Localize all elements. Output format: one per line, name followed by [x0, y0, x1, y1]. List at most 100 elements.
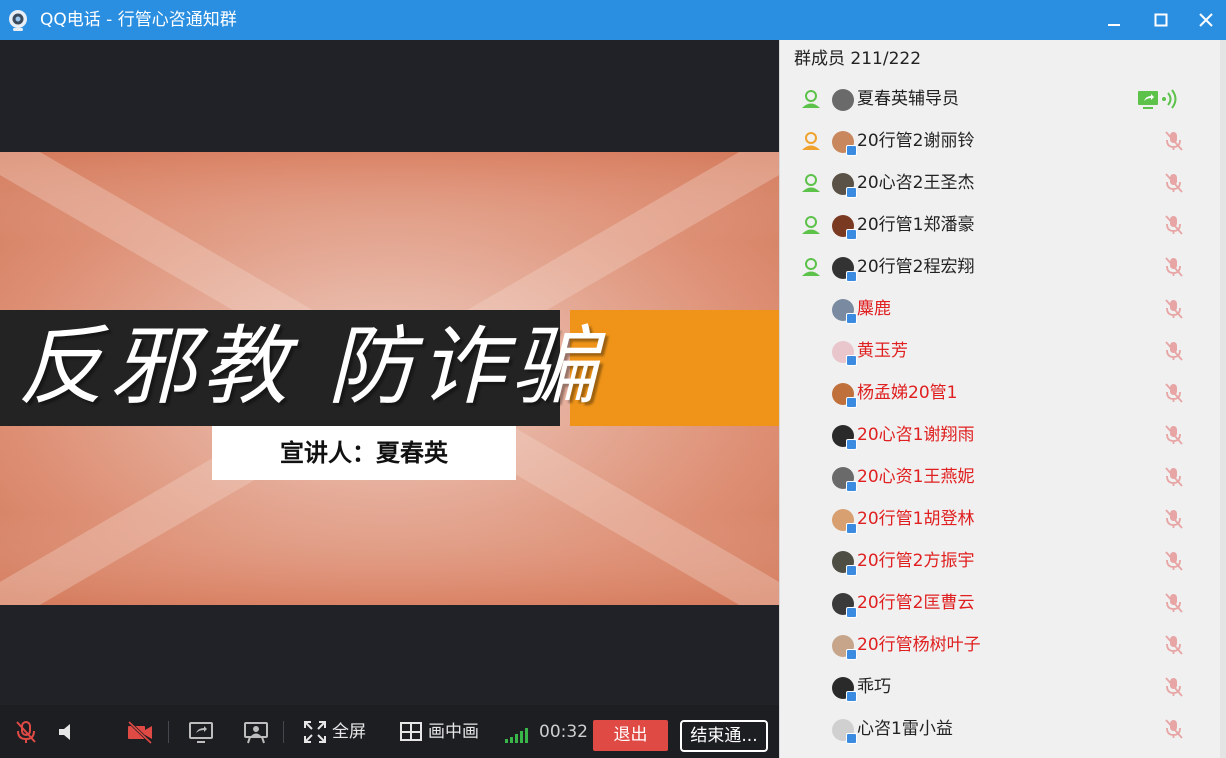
fullscreen-icon	[304, 721, 326, 743]
member-count-header: 群成员 211/222	[794, 49, 922, 69]
device-badge-icon	[846, 313, 857, 324]
member-row[interactable]: 20行管2谢丽铃	[780, 120, 1220, 162]
call-toolbar: 全屏 画中画 00:32 退出 结束通...	[0, 705, 779, 758]
presentation-button[interactable]	[242, 719, 270, 745]
mic-muted-icon[interactable]	[1163, 256, 1185, 278]
mic-muted-icon[interactable]	[1163, 424, 1185, 446]
device-badge-icon	[846, 145, 857, 156]
mic-muted-icon[interactable]	[1163, 592, 1185, 614]
device-badge-icon	[846, 439, 857, 450]
member-name: 20行管2谢丽铃	[857, 131, 975, 151]
member-row[interactable]: 20行管2程宏翔	[780, 246, 1220, 288]
member-row[interactable]: 夏春英辅导员	[780, 78, 1220, 120]
member-row[interactable]: 20行管1胡登林	[780, 498, 1220, 540]
mic-muted-icon[interactable]	[1163, 508, 1185, 530]
exit-button[interactable]: 退出	[593, 720, 668, 751]
device-badge-icon	[846, 565, 857, 576]
member-row[interactable]: 黄玉芳	[780, 330, 1220, 372]
screen-share-button[interactable]	[187, 719, 215, 745]
minimize-button[interactable]	[1099, 6, 1129, 34]
member-row[interactable]: 20心咨1谢翔雨	[780, 414, 1220, 456]
member-role-icon	[802, 258, 820, 276]
member-row[interactable]: 20心咨2王圣杰	[780, 162, 1220, 204]
camera-off-icon	[127, 720, 153, 745]
mic-muted-icon[interactable]	[1163, 130, 1185, 152]
picture-in-picture-button[interactable]	[398, 719, 424, 745]
mic-muted-icon[interactable]	[1163, 634, 1185, 656]
slide-title: 反邪教 防诈骗	[18, 317, 604, 417]
device-badge-icon	[846, 607, 857, 618]
member-row[interactable]: 20心资1王燕妮	[780, 456, 1220, 498]
camera-toggle-button[interactable]	[126, 719, 154, 745]
mic-muted-icon[interactable]	[1163, 214, 1185, 236]
member-name: 20行管2程宏翔	[857, 257, 975, 277]
member-panel: 群成员 211/222 夏春英辅导员 20行管2谢丽铃 20心咨2王圣杰 20行管1郑…	[779, 40, 1226, 758]
presentation-icon	[244, 722, 268, 744]
member-name: 20心资1王燕妮	[857, 467, 975, 487]
device-badge-icon	[846, 481, 857, 492]
device-badge-icon	[846, 229, 857, 240]
qq-camera-icon	[9, 10, 27, 31]
close-icon	[1199, 13, 1213, 27]
speaker-box: 宣讲人：夏春英	[212, 426, 516, 480]
mic-muted-icon[interactable]	[1163, 172, 1185, 194]
window-title: QQ电话 - 行管心咨通知群	[40, 10, 237, 30]
video-area[interactable]: 反邪教 防诈骗 宣讲人：夏春英	[0, 40, 779, 705]
signal-strength-icon	[505, 728, 528, 743]
fullscreen-label[interactable]: 全屏	[332, 721, 366, 743]
member-row[interactable]: 杨孟娣20管1	[780, 372, 1220, 414]
member-row[interactable]: 20行管杨树叶子	[780, 624, 1220, 666]
mute-mic-button[interactable]	[13, 719, 39, 745]
speaker-label: 宣讲人：夏春英	[280, 439, 448, 467]
shared-slide: 反邪教 防诈骗 宣讲人：夏春英	[0, 152, 779, 605]
member-name: 杨孟娣20管1	[857, 383, 958, 403]
member-row[interactable]: 20行管2方振宇	[780, 540, 1220, 582]
end-call-button[interactable]: 结束通...	[680, 720, 768, 752]
maximize-button[interactable]	[1146, 6, 1176, 34]
member-name: 夏春英辅导员	[857, 89, 959, 109]
member-row[interactable]: 心咨1雷小益	[780, 708, 1220, 750]
member-row[interactable]: 20行管1郑潘豪	[780, 204, 1220, 246]
fullscreen-button[interactable]	[302, 719, 328, 745]
close-button[interactable]	[1191, 6, 1221, 34]
toolbar-separator	[283, 721, 284, 743]
member-list-scrollbar[interactable]	[1220, 40, 1226, 758]
member-name: 20心咨2王圣杰	[857, 173, 975, 193]
device-badge-icon	[846, 355, 857, 366]
mic-muted-icon[interactable]	[1163, 340, 1185, 362]
member-row[interactable]: 20行管2匡曹云	[780, 582, 1220, 624]
device-badge-icon	[846, 523, 857, 534]
member-name: 20心咨1谢翔雨	[857, 425, 975, 445]
device-badge-icon	[846, 691, 857, 702]
member-name: 心咨1雷小益	[857, 719, 953, 739]
picture-in-picture-label[interactable]: 画中画	[428, 721, 479, 743]
mic-muted-icon[interactable]	[1163, 382, 1185, 404]
mic-muted-icon	[16, 721, 36, 743]
member-name: 黄玉芳	[857, 341, 908, 361]
member-name: 20行管2匡曹云	[857, 593, 975, 613]
mic-muted-icon[interactable]	[1163, 466, 1185, 488]
member-row[interactable]: 麋鹿	[780, 288, 1220, 330]
mic-muted-icon[interactable]	[1163, 298, 1185, 320]
avatar	[832, 89, 854, 111]
member-name: 20行管杨树叶子	[857, 635, 981, 655]
minimize-icon	[1108, 24, 1120, 26]
call-timer: 00:32	[539, 722, 588, 742]
member-name: 20行管1胡登林	[857, 509, 975, 529]
member-name: 20行管2方振宇	[857, 551, 975, 571]
speaker-icon	[59, 724, 70, 740]
mic-muted-icon[interactable]	[1163, 718, 1185, 740]
device-badge-icon	[846, 397, 857, 408]
device-badge-icon	[846, 733, 857, 744]
mic-muted-icon[interactable]	[1163, 550, 1185, 572]
member-name: 20行管1郑潘豪	[857, 215, 975, 235]
member-name: 乖巧	[857, 677, 891, 697]
mic-muted-icon[interactable]	[1163, 676, 1185, 698]
device-badge-icon	[846, 271, 857, 282]
speaker-button[interactable]	[56, 719, 82, 745]
member-role-icon	[802, 132, 820, 150]
member-row[interactable]: 乖巧	[780, 666, 1220, 708]
title-bar: QQ电话 - 行管心咨通知群	[0, 0, 1226, 40]
screen-share-icon	[189, 722, 213, 743]
maximize-icon	[1154, 13, 1168, 27]
